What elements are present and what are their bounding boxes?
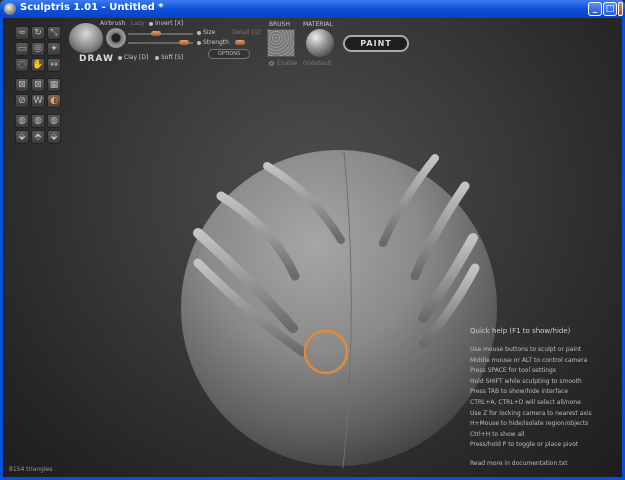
detail-slider-knob[interactable] xyxy=(235,40,245,45)
airbrush-toggle[interactable]: Airbrush xyxy=(100,20,125,27)
rotate-icon[interactable]: ↻ xyxy=(31,26,45,40)
invert-radio[interactable] xyxy=(149,21,153,26)
reduce-icon[interactable]: ▦ xyxy=(47,78,61,92)
help-line: Middle mouse or ALT to control camera xyxy=(470,356,588,364)
wireframe-icon[interactable]: ⊠ xyxy=(15,78,29,92)
maximize-button[interactable]: □ xyxy=(603,2,617,16)
symmetry-icon[interactable]: ↔ xyxy=(47,58,61,72)
draw-brush-icon[interactable] xyxy=(69,23,103,53)
pinch-icon[interactable]: ✦ xyxy=(47,42,61,56)
grab-icon[interactable]: ✋ xyxy=(31,58,45,72)
brush-name: DRAW xyxy=(79,54,114,64)
detail-label: Detail [Q] xyxy=(232,29,261,36)
sculpt-viewport[interactable]: ≈ ↻ ⤡ ▭ ◎ ✦ ◌ ✋ ↔ ⊠ ⊠ ▦ ⊘ W ◐ ◍ ◍ ◍ ⬙ ⬘ … xyxy=(3,18,622,477)
brush-falloff-icon[interactable] xyxy=(106,28,126,48)
options-button[interactable]: OPTIONS xyxy=(208,49,250,59)
help-line: Use Z for locking camera to nearest axis xyxy=(470,409,592,417)
inflate-icon[interactable]: ◎ xyxy=(31,42,45,56)
flatten-icon[interactable]: ▭ xyxy=(15,42,29,56)
brush-texture-swatch[interactable] xyxy=(267,29,295,57)
paint-mode-icon[interactable]: W xyxy=(31,94,45,108)
help-line: H+Mouse to hide/isolate region/objects xyxy=(470,420,589,428)
help-line: Press TAB to show/hide interface xyxy=(470,388,569,396)
scale-icon[interactable]: ⤡ xyxy=(47,26,61,40)
invert-label: Invert [X] xyxy=(155,20,184,27)
material-preview[interactable] xyxy=(306,29,334,57)
triangle-count: 8154 triangles xyxy=(9,466,53,473)
export-icon[interactable]: ⬙ xyxy=(15,130,29,144)
minimize-button[interactable]: _ xyxy=(588,2,602,16)
grid-icon[interactable]: ⊠ xyxy=(31,78,45,92)
help-line: Hold SHIFT while sculpting to smooth xyxy=(470,377,582,385)
help-line: Press/hold P to toggle or place pivot xyxy=(470,441,579,449)
help-line: Ctrl+H to show all xyxy=(470,430,525,438)
hide-icon[interactable]: ◍ xyxy=(47,114,61,128)
enable-label: Enable xyxy=(277,60,298,67)
app-icon xyxy=(4,3,16,15)
soft-toggle[interactable]: Soft [S] xyxy=(155,54,183,61)
strength-label: Strength xyxy=(197,39,229,46)
save-icon[interactable]: ⬘ xyxy=(31,130,45,144)
crease-icon[interactable]: ≈ xyxy=(15,26,29,40)
material-header: MATERIAL xyxy=(303,21,333,28)
window-title: Sculptris 1.01 - Untitled * xyxy=(20,2,164,13)
size-label: Size xyxy=(197,29,215,36)
title-bar[interactable]: Sculptris 1.01 - Untitled * _ □ × xyxy=(0,0,625,18)
invert-toggle[interactable]: Invert [X] xyxy=(149,20,183,27)
import-icon[interactable]: ◍ xyxy=(31,114,45,128)
strength-slider-knob[interactable] xyxy=(179,40,189,45)
help-line: CTRL+A, CTRL+D will select all/none xyxy=(470,398,581,406)
size-slider-knob[interactable] xyxy=(151,31,161,36)
clay-toggle[interactable]: Clay [D] xyxy=(118,54,148,61)
subdivide-icon[interactable]: ◍ xyxy=(15,114,29,128)
mask-icon[interactable]: ⊘ xyxy=(15,94,29,108)
material-name: 00default xyxy=(303,60,332,67)
quick-help-title: Quick help (F1 to show/hide) xyxy=(470,327,571,335)
paint-button[interactable]: PAINT xyxy=(343,35,409,52)
enable-checkbox[interactable] xyxy=(269,61,274,66)
help-line: Press SPACE for tool settings xyxy=(470,367,556,375)
help-footer: Read more in documentation.txt xyxy=(470,459,568,467)
close-button[interactable]: × xyxy=(618,2,623,16)
draw-tool-icon[interactable]: ◐ xyxy=(47,94,61,108)
help-line: Use mouse buttons to sculpt or paint xyxy=(470,346,582,353)
smooth-icon[interactable]: ◌ xyxy=(15,58,29,72)
quick-help-panel: Quick help (F1 to show/hide) Use mouse b… xyxy=(470,327,620,467)
lazy-toggle[interactable]: Lazy xyxy=(131,20,145,27)
brush-header: BRUSH xyxy=(269,21,290,28)
open-icon[interactable]: ⬙ xyxy=(47,130,61,144)
